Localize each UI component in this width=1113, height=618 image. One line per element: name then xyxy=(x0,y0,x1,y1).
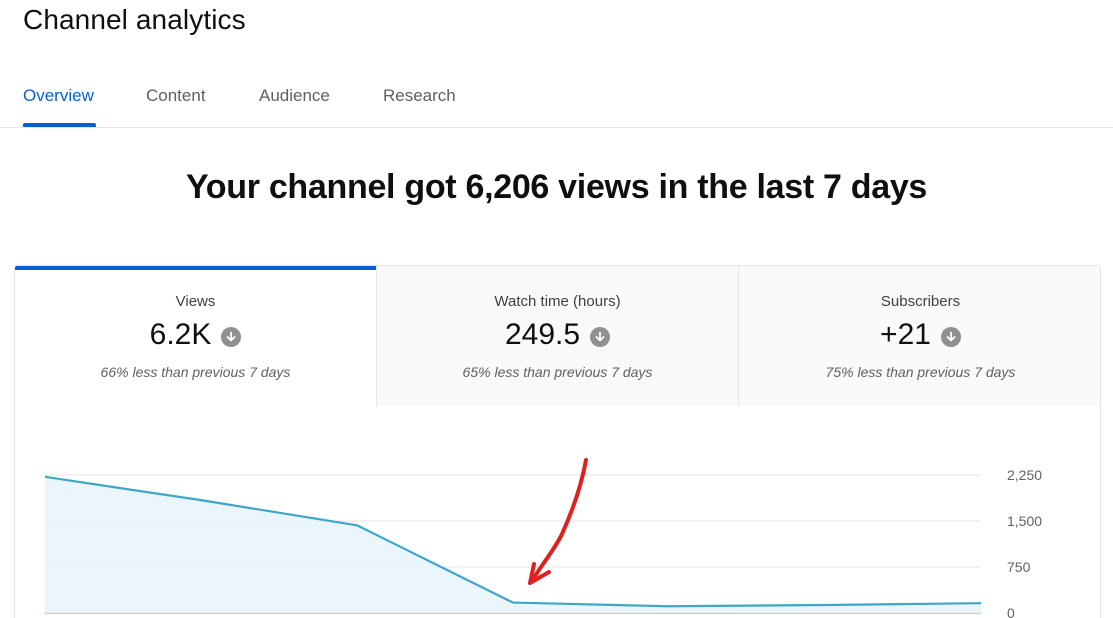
metric-tab-subscribers[interactable]: Subscribers +21 75% less than previous 7… xyxy=(739,266,1100,406)
metric-label: Views xyxy=(175,293,216,310)
tab-content[interactable]: Content xyxy=(146,86,206,106)
summary-headline: Your channel got 6,206 views in the last… xyxy=(185,168,928,206)
metric-comparison: 66% less than previous 7 days xyxy=(100,364,291,380)
tab-audience[interactable]: Audience xyxy=(259,86,330,106)
selected-metric-indicator xyxy=(15,266,376,270)
tab-research[interactable]: Research xyxy=(383,86,456,106)
arrow-down-circle-icon xyxy=(221,326,242,347)
views-chart: 2,250 1,500 750 0 xyxy=(44,458,1042,618)
metric-comparison: 75% less than previous 7 days xyxy=(825,364,1016,380)
metric-comparison: 65% less than previous 7 days xyxy=(462,364,653,380)
y-tick-label: 1,500 xyxy=(1007,513,1042,529)
y-tick-label: 0 xyxy=(1007,605,1015,618)
arrow-down-circle-icon xyxy=(940,326,961,347)
metrics-card: Views 6.2K 66% less than previous 7 days… xyxy=(14,265,1101,618)
metric-tab-watch-time[interactable]: Watch time (hours) 249.5 65% less than p… xyxy=(377,266,738,406)
active-tab-indicator xyxy=(23,123,96,127)
metric-value: 6.2K xyxy=(149,318,212,351)
y-tick-label: 750 xyxy=(1007,559,1031,575)
metric-value: +21 xyxy=(880,318,931,351)
tab-bar: Overview Content Audience Research xyxy=(0,70,1113,128)
metric-label: Watch time (hours) xyxy=(494,293,621,310)
metric-value: 249.5 xyxy=(504,318,581,351)
tab-overview[interactable]: Overview xyxy=(23,86,94,106)
metric-tab-views[interactable]: Views 6.2K 66% less than previous 7 days xyxy=(15,266,376,406)
metric-label: Subscribers xyxy=(880,293,961,310)
page-title: Channel analytics xyxy=(23,4,246,35)
y-tick-label: 2,250 xyxy=(1007,467,1042,483)
arrow-down-circle-icon xyxy=(590,326,611,347)
